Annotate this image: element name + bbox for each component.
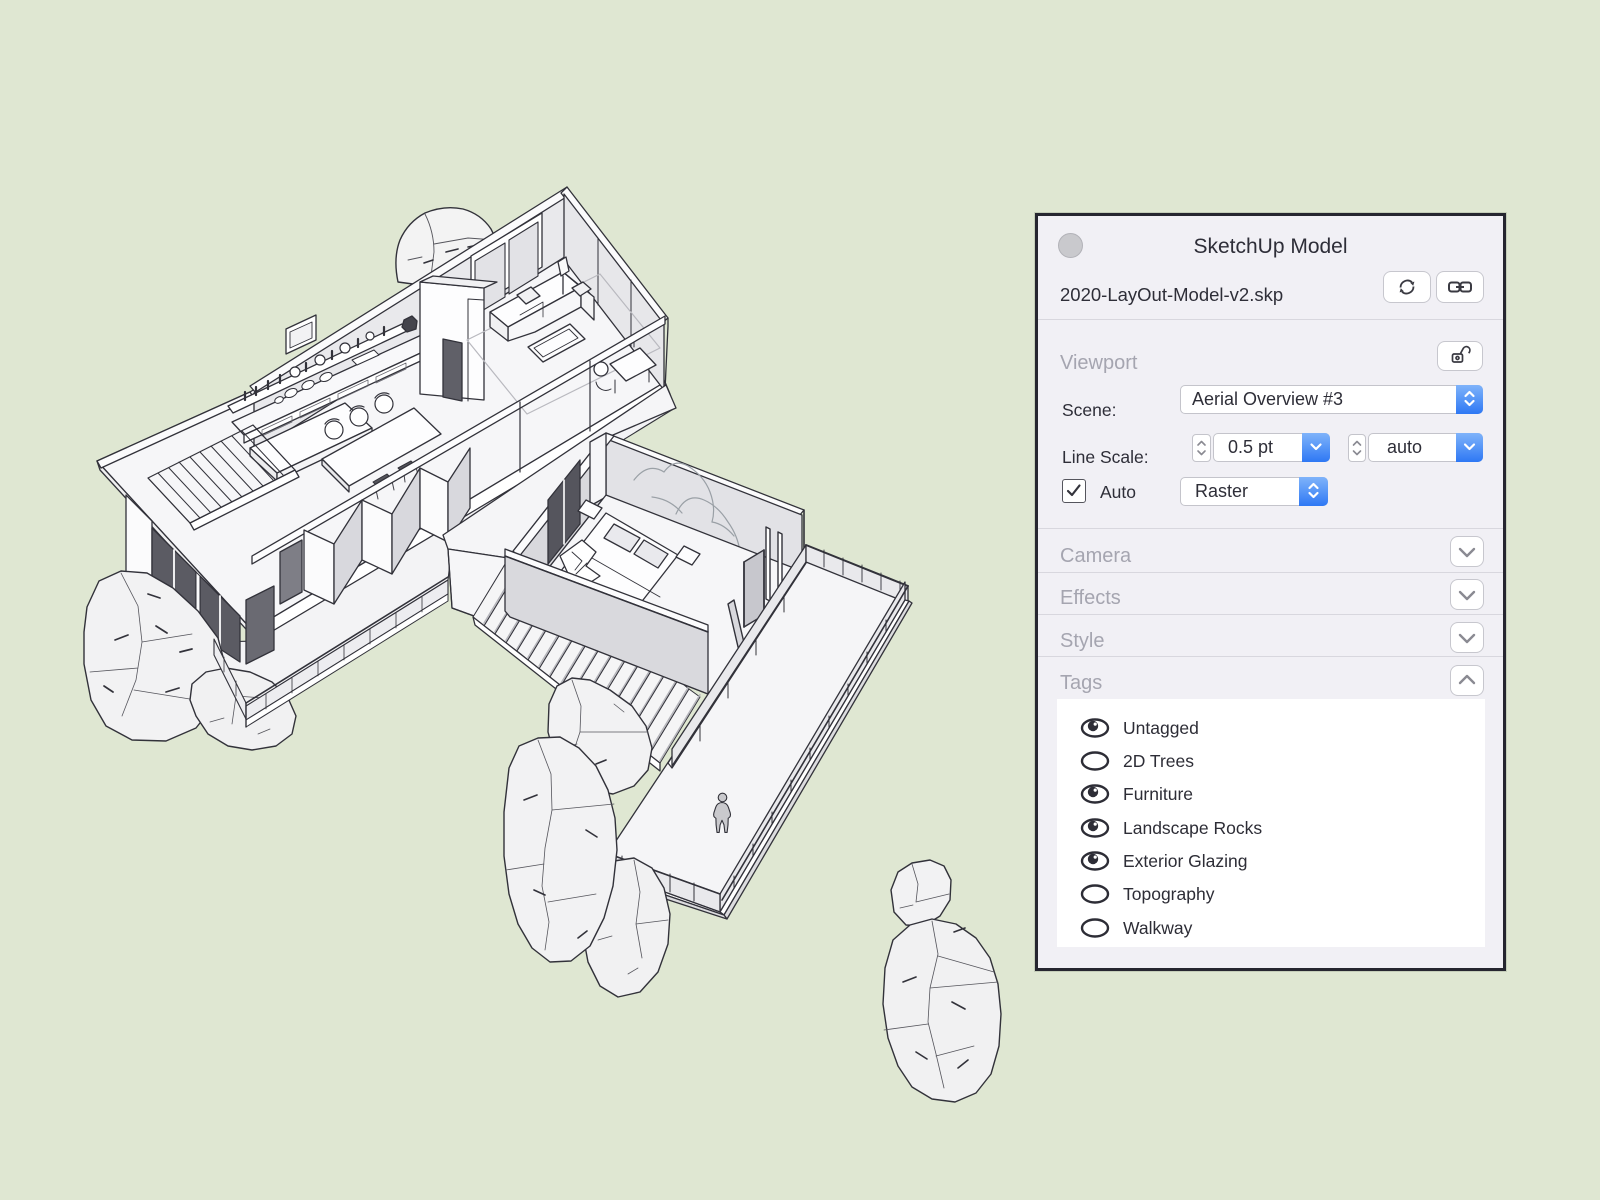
svg-text:Walkway: Walkway <box>1123 918 1193 938</box>
svg-text:2D Trees: 2D Trees <box>1123 751 1194 771</box>
svg-text:Topography: Topography <box>1123 884 1215 904</box>
svg-text:Untagged: Untagged <box>1123 718 1199 738</box>
svg-text:Exterior Glazing: Exterior Glazing <box>1123 851 1248 871</box>
svg-text:Furniture: Furniture <box>1123 784 1193 804</box>
svg-text:Landscape Rocks: Landscape Rocks <box>1123 818 1262 838</box>
